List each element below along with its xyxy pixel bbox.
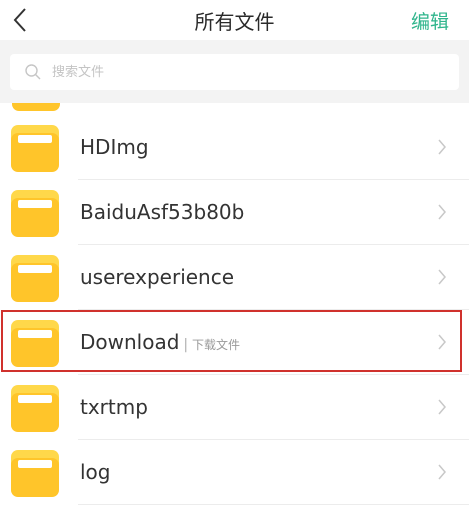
list-item[interactable]: BaiduAsf53b80b [0,180,469,245]
search-box[interactable] [10,54,459,90]
file-list: HDImg BaiduAsf53b80b userexperience Down… [0,103,469,505]
search-input[interactable] [52,54,442,90]
edit-button[interactable]: 编辑 [411,7,449,34]
list-item[interactable]: userexperience [0,245,469,310]
search-bar-container [0,40,469,103]
list-item-download[interactable]: Download | 下载文件 [0,310,469,375]
file-name: Download | 下载文件 [80,330,240,354]
chevron-right-icon [438,464,446,480]
file-name: log [80,460,111,484]
page-title: 所有文件 [194,10,275,34]
list-item[interactable]: HDImg [0,115,469,180]
file-tag: 下载文件 [191,338,240,352]
chevron-right-icon [438,139,446,155]
list-item[interactable]: log [0,440,469,505]
top-bar: 所有文件 编辑 [0,0,469,40]
chevron-right-icon [438,269,446,285]
folder-icon [11,320,59,367]
file-name: HDImg [80,135,149,159]
file-name: userexperience [80,265,235,289]
search-icon [25,64,41,80]
file-name: BaiduAsf53b80b [80,200,245,224]
folder-icon [11,190,59,237]
folder-icon [12,103,60,111]
chevron-right-icon [438,399,446,415]
chevron-right-icon [438,334,446,350]
folder-icon [11,385,59,432]
file-name: txrtmp [80,395,148,419]
folder-icon [11,450,59,497]
chevron-right-icon [438,204,446,220]
folder-icon [11,255,59,302]
list-item[interactable]: txrtmp [0,375,469,440]
folder-icon [11,125,59,172]
list-item[interactable] [0,103,469,115]
